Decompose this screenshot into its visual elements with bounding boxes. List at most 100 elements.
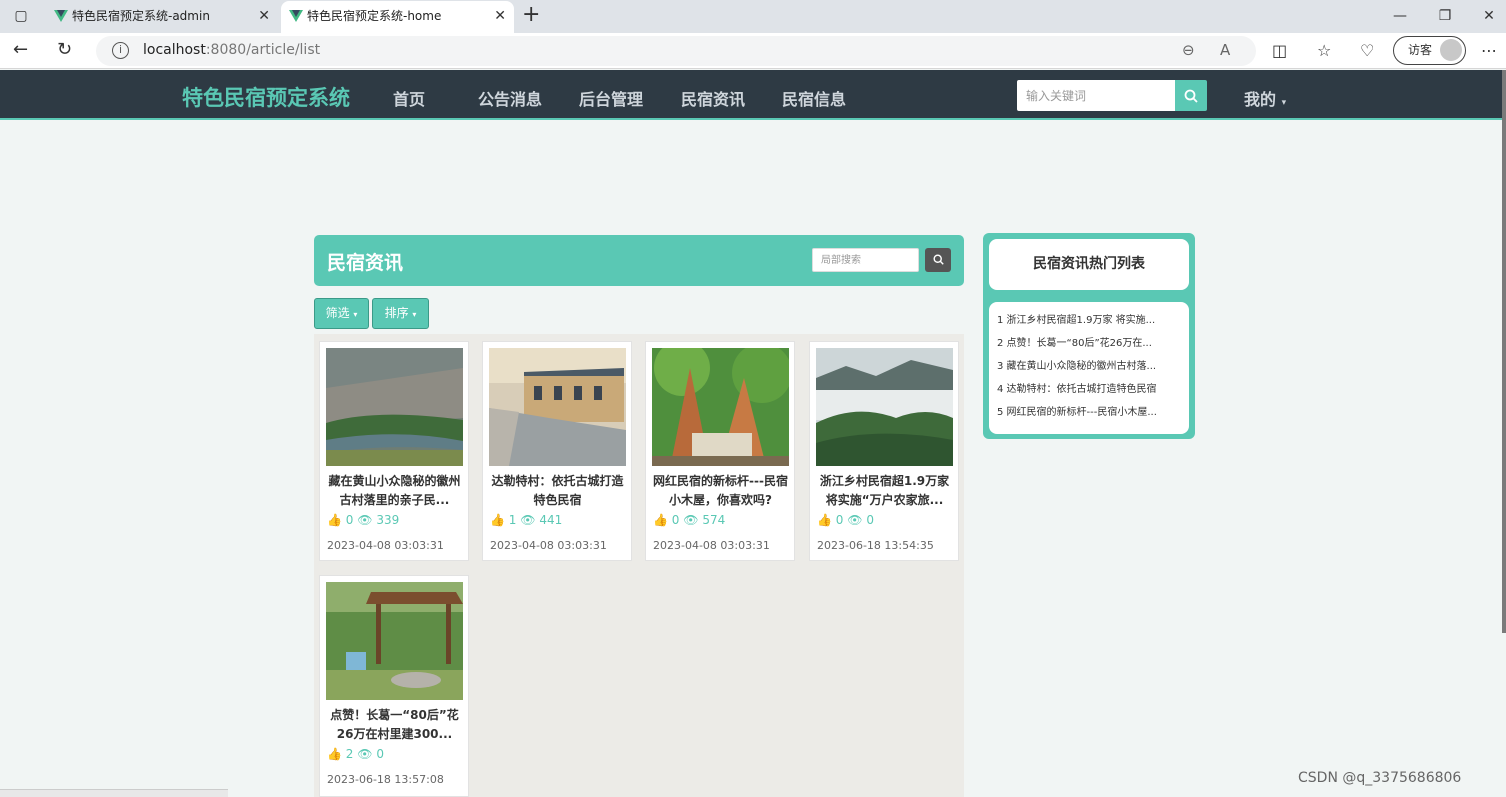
close-window-icon[interactable]: ✕ (1474, 4, 1504, 28)
thumbs-up-icon[interactable]: 👍 (653, 513, 668, 527)
sort-label: 排序 (384, 306, 409, 320)
header-search-button[interactable] (1175, 80, 1207, 111)
more-menu-icon[interactable]: ⋯ (1481, 41, 1497, 60)
site-logo[interactable]: 特色民宿预定系统 (182, 82, 350, 112)
like-count: 0 (835, 513, 844, 527)
article-card[interactable]: 藏在黄山小众隐秘的徽州古村落里的亲子民... 👍 0 👁 339 2023-04… (319, 341, 469, 561)
nav-admin[interactable]: 后台管理 (579, 86, 643, 110)
read-aloud-icon[interactable]: A (1220, 41, 1230, 59)
info-icon[interactable]: i (112, 42, 129, 59)
minimize-icon[interactable]: — (1385, 4, 1415, 28)
page-scrollbar[interactable] (1502, 70, 1506, 633)
status-bar (0, 789, 228, 797)
filter-dropdown[interactable]: 筛选 ▾ (314, 298, 369, 329)
section-title: 民宿资讯 (327, 252, 404, 274)
article-title[interactable]: 点赞！长葛一“80后”花26万在村里建300... (326, 706, 463, 744)
zoom-icon[interactable]: ⊖ (1182, 41, 1195, 59)
like-count: 0 (671, 513, 680, 527)
tab-title: 特色民宿预定系统-admin (72, 9, 210, 23)
tab-title: 特色民宿预定系统-home (307, 9, 442, 23)
profile-button[interactable]: 访客 (1393, 36, 1466, 65)
address-bar: ← ↻ i localhost:8080/article/list ⊖ A ◫ … (0, 33, 1506, 69)
thumbs-up-icon[interactable]: 👍 (490, 513, 505, 527)
avatar (1440, 39, 1462, 61)
eye-icon: 👁 (520, 513, 536, 527)
article-title[interactable]: 藏在黄山小众隐秘的徽州古村落里的亲子民... (326, 472, 463, 510)
article-card[interactable]: 网红民宿的新标杆---民宿小木屋，你喜欢吗? 👍 0 👁 574 2023-04… (645, 341, 795, 561)
article-stats: 👍 1 👁 441 (490, 513, 562, 527)
split-screen-icon[interactable]: ◫ (1272, 41, 1287, 60)
hot-list-item[interactable]: 3 藏在黄山小众隐秘的徽州古村落... (989, 355, 1189, 378)
hot-list-panel: 民宿资讯热门列表 1 浙江乡村民宿超1.9万家 将实施... 2 点赞！长葛一“… (983, 233, 1195, 439)
vue-logo-icon (289, 10, 303, 22)
tab-actions-icon[interactable]: ▢ (6, 4, 36, 28)
hot-list-item[interactable]: 2 点赞！长葛一“80后”花26万在... (989, 332, 1189, 355)
back-icon[interactable]: ← (13, 39, 28, 60)
article-stats: 👍 2 👁 0 (327, 747, 384, 761)
nav-home[interactable]: 首页 (393, 86, 425, 110)
hot-list-item[interactable]: 4 达勒特村：依托古城打造特色民宿 (989, 378, 1189, 401)
thumbs-up-icon[interactable]: 👍 (327, 513, 342, 527)
close-tab-icon[interactable]: ✕ (258, 1, 270, 31)
article-date: 2023-04-08 03:03:31 (327, 539, 444, 552)
article-card[interactable]: 点赞！长葛一“80后”花26万在村里建300... 👍 2 👁 0 2023-0… (319, 575, 469, 797)
new-tab-icon[interactable]: + (522, 2, 540, 27)
chevron-down-icon: ▾ (1281, 98, 1287, 108)
local-search-button[interactable] (925, 248, 951, 272)
restore-icon[interactable]: ❐ (1430, 4, 1460, 28)
url-field[interactable]: i localhost:8080/article/list ⊖ A (96, 36, 1256, 66)
url-text: localhost:8080/article/list (143, 42, 320, 58)
article-stats: 👍 0 👁 0 (817, 513, 874, 527)
thumbs-up-icon[interactable]: 👍 (327, 747, 342, 761)
article-date: 2023-06-18 13:54:35 (817, 539, 934, 552)
reload-icon[interactable]: ↻ (57, 39, 72, 60)
nav-news[interactable]: 民宿资讯 (681, 86, 745, 110)
article-stats: 👍 0 👁 339 (327, 513, 399, 527)
like-count: 2 (345, 747, 354, 761)
url-host: localhost (143, 42, 206, 58)
article-title[interactable]: 达勒特村：依托古城打造特色民宿 (489, 472, 626, 510)
sort-dropdown[interactable]: 排序 ▾ (372, 298, 429, 329)
header-search-input[interactable] (1017, 80, 1175, 111)
user-menu[interactable]: 我的 ▾ (1244, 86, 1286, 110)
browser-essentials-icon[interactable]: ♡ (1360, 41, 1374, 60)
close-tab-icon[interactable]: ✕ (494, 1, 506, 31)
view-count: 0 (866, 513, 874, 527)
browser-tab-home[interactable]: 特色民宿预定系统-home ✕ (281, 1, 514, 33)
hot-list: 1 浙江乡村民宿超1.9万家 将实施... 2 点赞！长葛一“80后”花26万在… (989, 302, 1189, 434)
article-card[interactable]: 达勒特村：依托古城打造特色民宿 👍 1 👁 441 2023-04-08 03:… (482, 341, 632, 561)
like-count: 0 (345, 513, 354, 527)
search-icon (932, 254, 944, 265)
search-icon (1184, 89, 1198, 103)
thumbs-up-icon[interactable]: 👍 (817, 513, 832, 527)
article-thumbnail (326, 348, 463, 466)
article-date: 2023-04-08 03:03:31 (490, 539, 607, 552)
article-thumbnail (816, 348, 953, 466)
hot-list-item[interactable]: 5 网红民宿的新标杆---民宿小木屋... (989, 401, 1189, 424)
article-stats: 👍 0 👁 574 (653, 513, 725, 527)
local-search-input[interactable] (812, 248, 919, 272)
nav-announcements[interactable]: 公告消息 (478, 86, 542, 110)
nav-homestay-info[interactable]: 民宿信息 (782, 86, 846, 110)
article-title[interactable]: 网红民宿的新标杆---民宿小木屋，你喜欢吗? (652, 472, 789, 510)
caret-down-icon: ▾ (412, 310, 417, 319)
article-card[interactable]: 浙江乡村民宿超1.9万家 将实施“万户农家旅... 👍 0 👁 0 2023-0… (809, 341, 959, 561)
vue-logo-icon (54, 10, 68, 22)
like-count: 1 (508, 513, 517, 527)
article-title[interactable]: 浙江乡村民宿超1.9万家 将实施“万户农家旅... (816, 472, 953, 510)
browser-tab-bar: ▢ 特色民宿预定系统-admin ✕ 特色民宿预定系统-home ✕ + — ❐… (0, 0, 1506, 33)
hot-list-item[interactable]: 1 浙江乡村民宿超1.9万家 将实施... (989, 309, 1189, 332)
eye-icon: 👁 (847, 513, 863, 527)
user-menu-label: 我的 (1244, 90, 1277, 109)
view-count: 574 (702, 513, 726, 527)
eye-icon: 👁 (683, 513, 699, 527)
profile-label: 访客 (1408, 43, 1433, 57)
eye-icon: 👁 (357, 747, 373, 761)
site-header: 特色民宿预定系统 首页 公告消息 后台管理 民宿资讯 民宿信息 我的 ▾ (0, 70, 1502, 120)
view-count: 0 (376, 747, 384, 761)
article-date: 2023-06-18 13:57:08 (327, 773, 444, 786)
favorites-icon[interactable]: ☆ (1317, 41, 1331, 60)
eye-icon: 👁 (357, 513, 373, 527)
browser-tab-admin[interactable]: 特色民宿预定系统-admin ✕ (46, 1, 278, 33)
view-count: 441 (539, 513, 563, 527)
